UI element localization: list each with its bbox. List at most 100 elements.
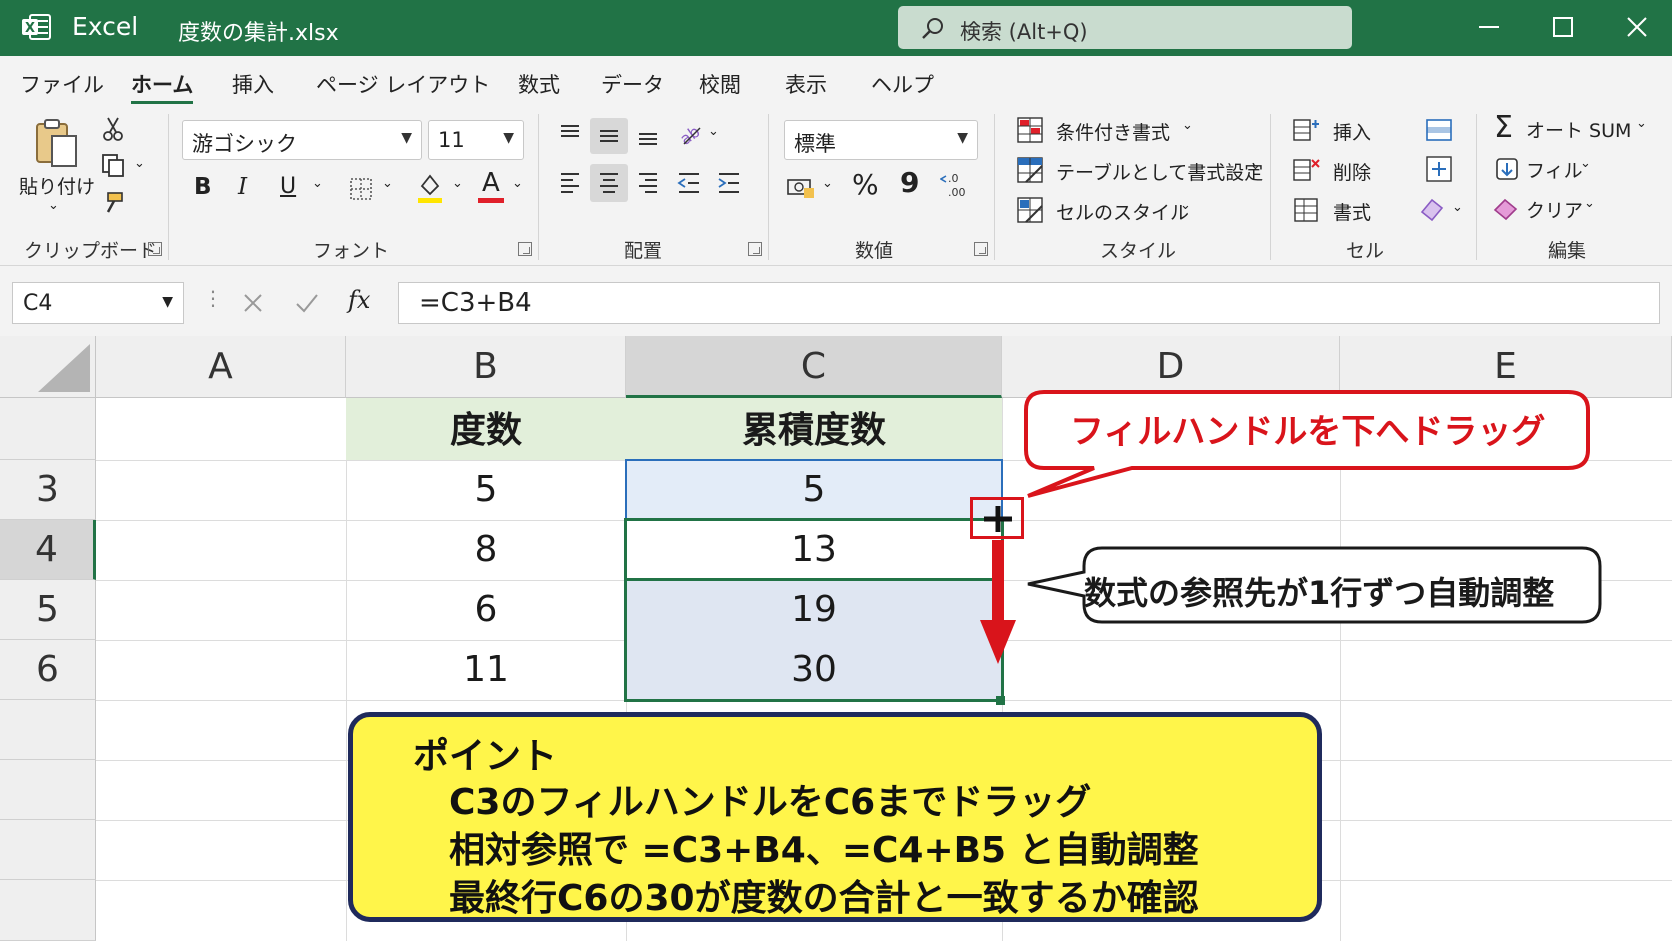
copy-icon[interactable] bbox=[100, 152, 126, 178]
increase-indent-icon[interactable] bbox=[716, 170, 742, 196]
font-color-button[interactable]: A bbox=[482, 168, 500, 198]
format-cells-button[interactable]: 書式 bbox=[1333, 198, 1371, 225]
cell-c4[interactable]: 13 bbox=[626, 520, 1002, 580]
cell-b2-header[interactable]: 度数 bbox=[346, 398, 626, 460]
align-center-icon[interactable] bbox=[597, 170, 621, 196]
format-as-table-button[interactable]: テーブルとして書式設定 bbox=[1056, 158, 1263, 185]
cell-b5[interactable]: 6 bbox=[346, 580, 626, 640]
cell-b6[interactable]: 11 bbox=[346, 640, 626, 700]
column-header-c[interactable]: C bbox=[626, 336, 1002, 398]
percent-style-button[interactable]: % bbox=[852, 168, 879, 201]
align-middle-icon[interactable] bbox=[597, 124, 621, 148]
insert-sheet-icon[interactable] bbox=[1424, 154, 1454, 184]
tab-home[interactable]: ホーム bbox=[131, 69, 194, 104]
italic-button[interactable]: I bbox=[238, 174, 247, 200]
bold-button[interactable]: B bbox=[194, 174, 212, 200]
row-header-5[interactable]: 5 bbox=[0, 580, 96, 640]
borders-dropdown-icon[interactable]: ⌄ bbox=[382, 176, 393, 191]
cut-icon[interactable] bbox=[102, 116, 124, 142]
name-box[interactable]: C4 ▼ bbox=[12, 282, 184, 324]
clear-icon[interactable] bbox=[1492, 196, 1520, 222]
tab-help[interactable]: ヘルプ bbox=[871, 69, 934, 99]
cell-styles-button[interactable]: セルのスタイル bbox=[1056, 198, 1189, 225]
align-left-icon[interactable] bbox=[558, 170, 582, 196]
tab-file[interactable]: ファイル bbox=[20, 69, 104, 99]
fill-color-icon[interactable] bbox=[416, 172, 444, 204]
clipboard-launcher-icon[interactable] bbox=[148, 242, 162, 256]
fill-dropdown-icon[interactable]: ⌄ bbox=[1580, 156, 1591, 171]
row-header-8[interactable] bbox=[0, 760, 96, 820]
conditional-formatting-button[interactable]: 条件付き書式 bbox=[1056, 118, 1170, 145]
search-box[interactable]: 検索 (Alt+Q) bbox=[898, 6, 1352, 49]
alignment-launcher-icon[interactable] bbox=[748, 242, 762, 256]
eraser-icon[interactable] bbox=[1418, 196, 1448, 222]
fill-down-icon[interactable] bbox=[1494, 156, 1520, 182]
row-header-4[interactable]: 4 bbox=[0, 520, 96, 580]
tab-insert[interactable]: 挿入 bbox=[232, 69, 274, 99]
align-bottom-icon[interactable] bbox=[636, 124, 660, 148]
minimize-icon[interactable] bbox=[1476, 14, 1502, 40]
align-top-icon[interactable] bbox=[558, 122, 582, 146]
orientation-icon[interactable]: ab bbox=[676, 120, 704, 148]
format-cells-icon[interactable] bbox=[1292, 196, 1320, 224]
accounting-format-icon[interactable] bbox=[786, 174, 816, 200]
cell-b4[interactable]: 8 bbox=[346, 520, 626, 580]
tab-view[interactable]: 表示 bbox=[785, 69, 827, 99]
column-header-a[interactable]: A bbox=[96, 336, 346, 398]
fill-button[interactable]: フィル bbox=[1526, 156, 1583, 183]
maximize-icon[interactable] bbox=[1550, 14, 1576, 40]
font-color-dropdown-icon[interactable]: ⌄ bbox=[512, 176, 523, 191]
row-header-3[interactable]: 3 bbox=[0, 460, 96, 520]
format-as-table-icon[interactable] bbox=[1016, 156, 1044, 184]
sigma-icon[interactable]: Σ bbox=[1494, 110, 1513, 145]
autosum-button[interactable]: オート SUM bbox=[1526, 116, 1631, 143]
row-header-7[interactable] bbox=[0, 700, 96, 760]
cell-c5[interactable]: 19 bbox=[626, 580, 1002, 640]
autosum-dropdown-icon[interactable]: ⌄ bbox=[1636, 116, 1647, 131]
paste-icon[interactable] bbox=[34, 118, 78, 168]
cell-c2-header[interactable]: 累積度数 bbox=[626, 398, 1002, 460]
cell-styles-dropdown-icon[interactable]: ⌄ bbox=[1180, 198, 1191, 213]
tab-review[interactable]: 校閲 bbox=[699, 69, 741, 99]
row-header-10[interactable] bbox=[0, 880, 96, 941]
insert-cells-button[interactable]: 挿入 bbox=[1333, 118, 1371, 145]
delete-cells-button[interactable]: 削除 bbox=[1333, 158, 1371, 185]
row-header-6[interactable]: 6 bbox=[0, 640, 96, 700]
borders-icon[interactable] bbox=[348, 176, 374, 202]
tab-formulas[interactable]: 数式 bbox=[518, 69, 560, 99]
confirm-entry-icon[interactable] bbox=[294, 292, 320, 314]
font-launcher-icon[interactable] bbox=[518, 242, 532, 256]
formula-input[interactable]: =C3+B4 bbox=[398, 282, 1660, 324]
font-size-select[interactable]: 11 ▼ bbox=[428, 120, 524, 160]
clear-dropdown-icon[interactable]: ⌄ bbox=[1584, 196, 1595, 211]
increase-decimal-icon[interactable]: .0.00 bbox=[940, 170, 970, 200]
tab-page-layout[interactable]: ページ レイアウト bbox=[316, 69, 490, 99]
underline-button[interactable]: U bbox=[280, 174, 296, 199]
align-right-icon[interactable] bbox=[636, 170, 660, 196]
cell-c6[interactable]: 30 bbox=[626, 640, 1002, 700]
row-header-9[interactable] bbox=[0, 820, 96, 880]
row-header-2[interactable] bbox=[0, 398, 96, 460]
fill-color-dropdown-icon[interactable]: ⌄ bbox=[452, 176, 463, 191]
insert-cells-icon[interactable] bbox=[1292, 116, 1320, 144]
insert-row-icon[interactable] bbox=[1424, 116, 1454, 144]
eraser-dropdown-icon[interactable]: ⌄ bbox=[1452, 200, 1463, 215]
cell-c3[interactable]: 5 bbox=[626, 460, 1002, 520]
conditional-dropdown-icon[interactable]: ⌄ bbox=[1182, 118, 1193, 133]
conditional-formatting-icon[interactable] bbox=[1016, 116, 1044, 144]
tab-data[interactable]: データ bbox=[601, 69, 664, 99]
orientation-dropdown-icon[interactable]: ⌄ bbox=[708, 124, 719, 139]
table-dropdown-icon[interactable]: ⌄ bbox=[1250, 158, 1261, 173]
cell-b3[interactable]: 5 bbox=[346, 460, 626, 520]
underline-dropdown-icon[interactable]: ⌄ bbox=[312, 176, 323, 191]
format-painter-icon[interactable] bbox=[100, 190, 126, 216]
font-name-select[interactable]: 游ゴシック ▼ bbox=[182, 120, 422, 160]
insert-function-button[interactable]: fx bbox=[348, 286, 370, 314]
paste-dropdown-icon[interactable]: ⌄ bbox=[48, 198, 59, 213]
copy-dropdown-icon[interactable]: ⌄ bbox=[134, 156, 145, 171]
clear-button[interactable]: クリア bbox=[1526, 196, 1583, 223]
accounting-dropdown-icon[interactable]: ⌄ bbox=[822, 176, 833, 191]
comma-style-button[interactable]: 9 bbox=[900, 166, 919, 199]
number-format-select[interactable]: 標準 ▼ bbox=[784, 120, 978, 160]
paste-button-label[interactable]: 貼り付け bbox=[19, 172, 95, 199]
